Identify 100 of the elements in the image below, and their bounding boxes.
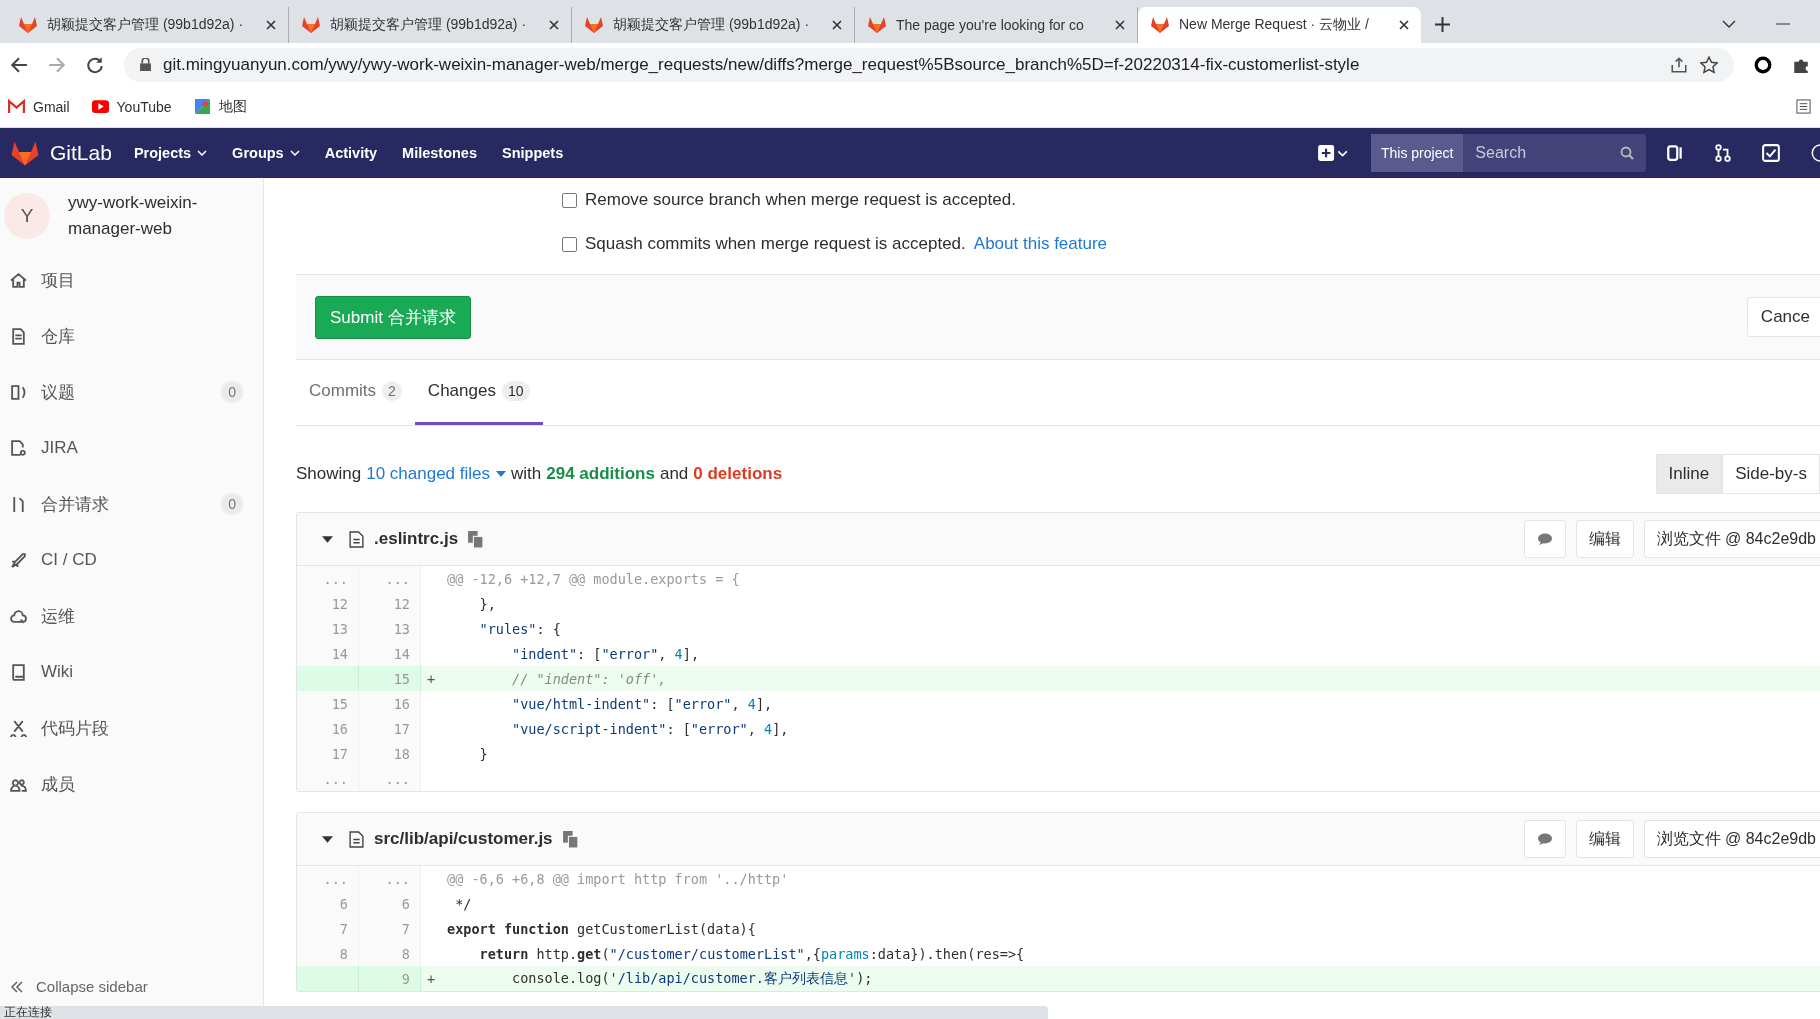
issues-icon[interactable] (1666, 144, 1684, 162)
collapse-triangle-icon[interactable] (322, 835, 333, 843)
browser-tab[interactable]: New Merge Request · 云物业 / (1138, 7, 1421, 43)
new-tab-icon[interactable] (1435, 17, 1450, 32)
cancel-button[interactable]: Cance (1746, 297, 1820, 337)
bookmark[interactable]: Gmail (8, 98, 70, 115)
comment-icon (1536, 833, 1553, 845)
reload-icon[interactable] (86, 55, 104, 74)
tab[interactable]: Commits 2 (296, 360, 415, 425)
reading-list-icon[interactable] (1795, 99, 1812, 114)
scope-label[interactable]: This project (1371, 134, 1464, 172)
avatar-icon[interactable] (1810, 144, 1820, 162)
extension-ring-icon[interactable] (1754, 55, 1772, 74)
sidebar-item[interactable]: 运维 (0, 588, 263, 644)
line-number: 8 (297, 941, 359, 966)
merge-request-icon[interactable] (1714, 144, 1732, 162)
line-number: 7 (297, 916, 359, 941)
browser-tab[interactable]: 胡颖提交客户管理 (99b1d92a) · (289, 7, 572, 43)
search-field[interactable]: This project Search (1371, 134, 1646, 172)
bookmark[interactable]: 地图 (193, 97, 247, 116)
brand-name[interactable]: GitLab (50, 141, 112, 165)
double-chevron-icon (10, 980, 24, 993)
line-number: 18 (359, 741, 421, 766)
map-icon (193, 99, 211, 114)
close-icon[interactable] (1115, 20, 1125, 30)
line-number: 12 (359, 591, 421, 616)
sidebar-item[interactable]: 议题 0 (0, 364, 263, 420)
sidebar-item[interactable]: 成员 (0, 756, 263, 812)
nav-link[interactable]: Projects (133, 145, 208, 161)
file-name: src/lib/api/customer.js (374, 829, 553, 849)
sidebar-item[interactable]: Wiki (0, 644, 263, 700)
option-label: Remove source branch when merge request is accepted. (585, 190, 1016, 210)
star-icon[interactable] (1700, 55, 1718, 74)
fox-icon (301, 16, 321, 34)
changed-files-dropdown[interactable]: 10 changed files (366, 464, 507, 484)
view-toggle[interactable]: Inline (1655, 454, 1723, 494)
view-toggle[interactable]: Side-by-s (1722, 454, 1820, 494)
checkbox[interactable] (562, 192, 577, 208)
sidebar-item[interactable]: JIRA (0, 420, 263, 476)
code-line: }, (478, 595, 496, 612)
line-number: 16 (297, 716, 359, 741)
bookmark[interactable]: YouTube (91, 98, 172, 115)
book-icon (10, 663, 27, 681)
line-number: 13 (297, 616, 359, 641)
nav-link[interactable]: Groups (232, 145, 300, 161)
close-icon[interactable] (1399, 20, 1409, 30)
tab[interactable]: Changes 10 (414, 360, 543, 425)
code-line: } (478, 745, 488, 762)
issues-icon (10, 383, 27, 401)
checkbox[interactable] (562, 236, 577, 252)
view-file-button[interactable]: 浏览文件 @ 84c2e9db (1643, 820, 1820, 858)
collapse-sidebar-button[interactable]: Collapse sidebar (0, 978, 263, 995)
copy-icon[interactable] (468, 530, 484, 548)
document-icon (10, 327, 27, 345)
project-name[interactable]: ywy-work-weixin-manager-web (68, 190, 259, 242)
share-icon[interactable] (1670, 55, 1688, 74)
line-number: 6 (297, 891, 359, 916)
line-number: 13 (359, 616, 421, 641)
close-icon[interactable] (266, 20, 276, 30)
line-number: 9 (359, 966, 421, 991)
comment-button[interactable] (1523, 820, 1566, 858)
project-avatar[interactable]: Y (4, 193, 50, 239)
line-number: ... (359, 566, 421, 591)
line-number: ... (297, 766, 359, 791)
nav-link[interactable]: Milestones (402, 145, 477, 161)
browser-tab[interactable]: 胡颖提交客户管理 (99b1d92a) · (6, 7, 289, 43)
comment-icon (1536, 533, 1553, 545)
edit-button[interactable]: 编辑 (1575, 520, 1634, 558)
about-link[interactable]: About this feature (973, 234, 1108, 254)
edit-button[interactable]: 编辑 (1575, 820, 1634, 858)
sidebar-item[interactable]: 代码片段 (0, 700, 263, 756)
comment-button[interactable] (1523, 520, 1566, 558)
code-line: console.log('/lib/api/customer.客户列表信息'); (511, 969, 873, 988)
copy-icon[interactable] (562, 830, 578, 848)
browser-tab[interactable]: 胡颖提交客户管理 (99b1d92a) · (572, 7, 855, 43)
deletions-count: 0 deletions (693, 464, 783, 484)
additions-count: 294 additions (546, 464, 655, 484)
fox-logo-icon[interactable] (10, 139, 40, 167)
collapse-triangle-icon[interactable] (322, 535, 333, 543)
code-line: "vue/script-indent": ["error", 4], (511, 720, 789, 737)
nav-link[interactable]: Snippets (502, 145, 564, 161)
caret-icon (496, 471, 507, 477)
line-number: 12 (297, 591, 359, 616)
sidebar-item[interactable]: 项目 (0, 252, 263, 308)
code-line: "indent": ["error", 4], (511, 645, 699, 662)
back-icon[interactable] (10, 55, 28, 74)
code-line: "vue/html-indent": ["error", 4], (511, 695, 773, 712)
sidebar-item[interactable]: 合并请求 0 (0, 476, 263, 532)
sidebar-item[interactable]: 仓库 (0, 308, 263, 364)
close-icon[interactable] (549, 20, 559, 30)
todo-check-icon[interactable] (1762, 144, 1780, 162)
chevron-down-icon[interactable] (1722, 19, 1736, 29)
nav-link[interactable]: Activity (324, 145, 378, 161)
sidebar-item[interactable]: CI / CD (0, 532, 263, 588)
view-file-button[interactable]: 浏览文件 @ 84c2e9db (1643, 520, 1820, 558)
address-bar[interactable]: git.mingyuanyun.com/ywy/ywy-work-weixin-manager-web/merge_requests/new/diffs?merge_request%5Bsource_branch%5D=f-20220314-fix-customerlist-style (124, 47, 1734, 82)
line-number: 14 (359, 641, 421, 666)
status-bubble: 正在连接 (0, 1006, 1048, 1019)
close-icon[interactable] (832, 20, 842, 30)
line-number: 17 (297, 741, 359, 766)
